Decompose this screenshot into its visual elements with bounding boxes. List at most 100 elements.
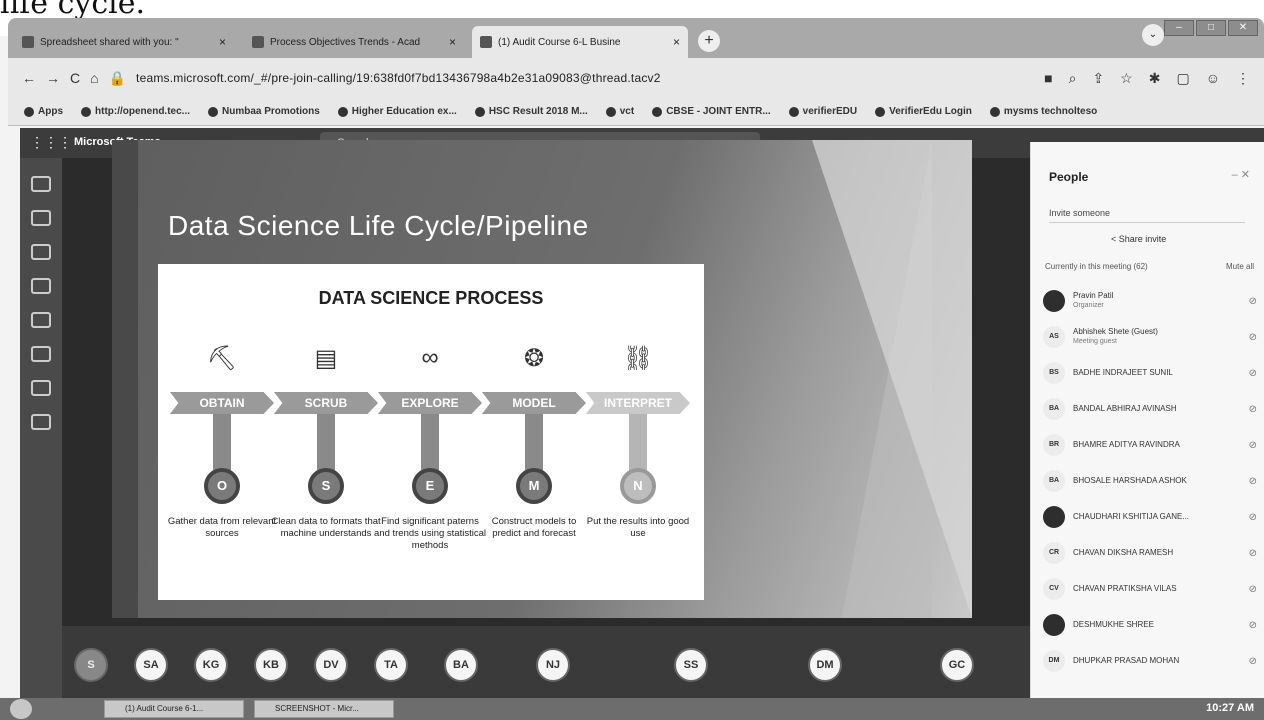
participant-avatar[interactable]: KB <box>254 648 288 682</box>
close-icon[interactable]: × <box>449 35 456 49</box>
home-icon[interactable]: ⌂ <box>90 70 98 86</box>
minimize-icon[interactable]: – <box>1164 20 1194 36</box>
participant-avatar[interactable]: BA <box>444 648 478 682</box>
panel-controls-icon[interactable]: – ✕ <box>1232 168 1250 181</box>
extensions-icon[interactable]: ✱ <box>1149 70 1161 87</box>
bookmark-apps[interactable]: Apps <box>24 106 63 117</box>
share-icon[interactable]: ⇪ <box>1092 70 1104 87</box>
mic-muted-icon[interactable]: ⊘ <box>1249 548 1257 559</box>
mic-muted-icon[interactable]: ⊘ <box>1249 584 1257 595</box>
participant-avatar[interactable]: NJ <box>536 648 570 682</box>
mic-muted-icon[interactable]: ⊘ <box>1249 404 1257 415</box>
reload-icon[interactable]: C <box>70 70 80 86</box>
participant-avatar[interactable]: GC <box>940 648 974 682</box>
close-icon[interactable]: × <box>219 35 226 49</box>
bookmark-item[interactable]: vct <box>605 106 634 117</box>
participant-avatar[interactable]: SS <box>674 648 708 682</box>
star-icon[interactable]: ☆ <box>1120 70 1133 87</box>
bookmark-item[interactable]: CBSE - JOINT ENTR... <box>652 106 771 117</box>
bookmark-item[interactable]: Numbaa Promotions <box>208 106 320 117</box>
window-close-icon[interactable]: ✕ <box>1228 20 1258 36</box>
apps-icon <box>24 106 34 117</box>
participant-count: Currently in this meeting (62) <box>1045 262 1148 271</box>
assignments-icon[interactable] <box>31 278 51 294</box>
app-launcher-icon[interactable]: ⋮⋮⋮ <box>30 134 72 151</box>
teams-icon <box>480 36 492 48</box>
bookmark-item[interactable]: mysms technolteso <box>989 106 1097 117</box>
person-row[interactable]: BS BADHE INDRAJEET SUNIL ⊘ <box>1043 356 1257 390</box>
step-description: Construct models to predict and forecast <box>491 516 577 539</box>
bookmark-item[interactable]: http://openend.tec... <box>81 106 190 117</box>
activity-icon[interactable] <box>31 176 51 192</box>
bookmark-item[interactable]: VerifierEdu Login <box>875 106 972 117</box>
participant-avatar[interactable]: KG <box>194 648 228 682</box>
bookmark-item[interactable]: Higher Education ex... <box>337 106 457 117</box>
teams-icon[interactable] <box>31 244 51 260</box>
brain-icon: ❂ <box>523 345 545 372</box>
step-stem <box>525 414 543 476</box>
shovel-icon: ⛏ <box>206 345 238 372</box>
taskbar-item[interactable]: SCREENSHOT - Micr... <box>254 700 394 718</box>
menu-icon[interactable]: ⋮ <box>1236 70 1250 87</box>
person-row[interactable]: BA BANDAL ABHIRAJ AVINASH ⊘ <box>1043 392 1257 426</box>
files-icon[interactable] <box>31 380 51 396</box>
mic-muted-icon[interactable]: ⊘ <box>1249 620 1257 631</box>
url-field[interactable]: teams.microsoft.com/_#/pre-join-calling/… <box>136 71 1034 85</box>
mic-muted-icon[interactable]: ⊘ <box>1249 296 1257 307</box>
process-diagram: DATA SCIENCE PROCESS ⛏ OBTAIN O Gather d… <box>158 264 704 600</box>
tab-spreadsheet[interactable]: Spreadsheet shared with you: " × <box>14 26 234 58</box>
tab-process-objectives[interactable]: Process Objectives Trends - Acad × <box>244 26 464 58</box>
sidepanel-icon[interactable]: ▢ <box>1176 70 1189 87</box>
mic-muted-icon[interactable]: ⊘ <box>1249 656 1257 667</box>
back-icon[interactable]: ← <box>22 70 36 86</box>
invite-input[interactable]: Invite someone <box>1049 208 1245 223</box>
new-tab-button[interactable]: + <box>698 30 720 52</box>
camera-icon[interactable]: ■ <box>1044 70 1052 87</box>
calendar-icon[interactable] <box>31 312 51 328</box>
mic-muted-icon[interactable]: ⊘ <box>1249 440 1257 451</box>
participant-avatar[interactable]: DM <box>808 648 842 682</box>
slide-decoration <box>812 140 972 618</box>
step-description: Clean data to formats that machine under… <box>271 516 381 539</box>
bookmark-item[interactable]: HSC Result 2018 M... <box>474 106 588 117</box>
zoom-icon[interactable]: ⌕ <box>1069 70 1077 87</box>
participant-avatar[interactable]: S <box>74 648 108 682</box>
person-row[interactable]: BR BHAMRE ADITYA RAVINDRA ⊘ <box>1043 428 1257 462</box>
avatar <box>1043 290 1065 312</box>
more-apps-icon[interactable] <box>31 414 51 430</box>
profile-icon[interactable]: ☺ <box>1206 70 1220 87</box>
chat-icon[interactable] <box>31 210 51 226</box>
calls-icon[interactable] <box>31 346 51 362</box>
forward-icon[interactable]: → <box>46 70 60 86</box>
avatar: AS <box>1043 326 1065 348</box>
bookmark-item[interactable]: verifierEDU <box>788 106 857 117</box>
mic-muted-icon[interactable]: ⊘ <box>1249 512 1257 523</box>
tab-audit-course[interactable]: (1) Audit Course 6-L Busine × <box>472 26 688 58</box>
participant-avatar[interactable]: SA <box>134 648 168 682</box>
person-row[interactable]: BA BHOSALE HARSHADA ASHOK ⊘ <box>1043 464 1257 498</box>
taskbar-item[interactable]: (1) Audit Course 6-1... <box>104 700 244 718</box>
globe-icon <box>337 106 348 117</box>
start-button-icon[interactable] <box>10 699 32 719</box>
share-invite-button[interactable]: < Share invite <box>1111 234 1166 244</box>
person-row[interactable]: CV CHAVAN PRATIKSHA VILAS ⊘ <box>1043 572 1257 606</box>
participant-avatar[interactable]: TA <box>374 648 408 682</box>
mute-all-button[interactable]: Mute all <box>1226 262 1254 271</box>
close-icon[interactable]: × <box>673 35 680 49</box>
lock-icon: 🔒 <box>108 69 127 86</box>
maximize-icon[interactable]: □ <box>1196 20 1226 36</box>
person-row[interactable]: CHAUDHARI KSHITIJA GANE... ⊘ <box>1043 500 1257 534</box>
step-label: SCRUB <box>274 392 378 414</box>
mic-muted-icon[interactable]: ⊘ <box>1249 368 1257 379</box>
person-row[interactable]: DESHMUKHE SHREE ⊘ <box>1043 608 1257 642</box>
mic-muted-icon[interactable]: ⊘ <box>1249 332 1257 343</box>
step-letter: O <box>204 468 240 504</box>
person-row[interactable]: CR CHAVAN DIKSHA RAMESH ⊘ <box>1043 536 1257 570</box>
person-name: BHOSALE HARSHADA ASHOK <box>1073 476 1187 485</box>
person-row[interactable]: AS Abhishek Shete (Guest) Meeting guest ⊘ <box>1043 320 1257 354</box>
mic-muted-icon[interactable]: ⊘ <box>1249 476 1257 487</box>
participant-avatar[interactable]: DV <box>314 648 348 682</box>
person-row[interactable]: Pravin Patil Organizer ⊘ <box>1043 284 1257 318</box>
person-row[interactable]: DM DHUPKAR PRASAD MOHAN ⊘ <box>1043 644 1257 678</box>
tab-search-icon[interactable]: ⌄ <box>1142 24 1164 46</box>
